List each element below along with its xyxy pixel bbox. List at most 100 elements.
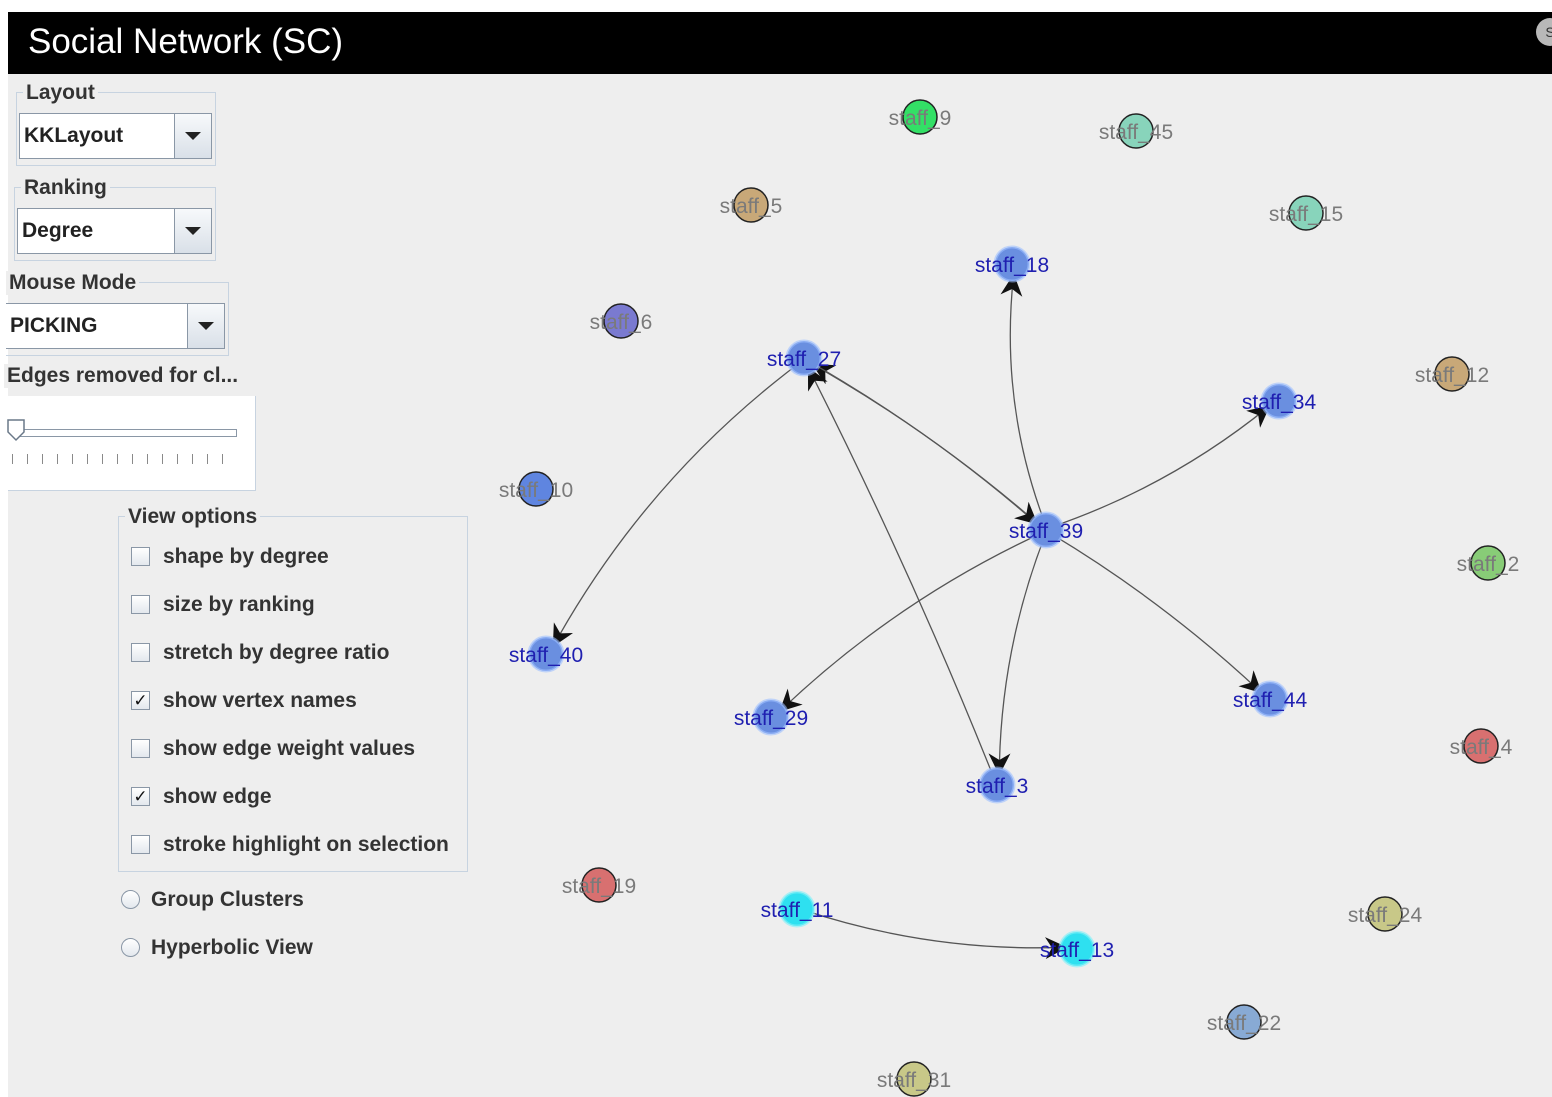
vertex-staff_15[interactable]: staff_15 [1269, 195, 1343, 231]
vertex-label: staff_5 [720, 195, 783, 218]
view-options-label: View options [125, 505, 261, 529]
edges-removed-label: Edges removed for cl... [4, 364, 242, 388]
vertex-staff_27[interactable]: staff_27 [767, 339, 841, 377]
title-bar: Social Network (SC) S [8, 12, 1552, 74]
vertex-label: staff_4 [1450, 736, 1513, 759]
vertex-staff_5[interactable]: staff_5 [720, 187, 783, 223]
edge-staff_27-to-staff_39[interactable] [808, 360, 1038, 525]
ranking-group: Ranking Degree [14, 176, 216, 261]
slider-thumb-icon[interactable] [6, 418, 26, 442]
vertex-label: staff_22 [1207, 1012, 1281, 1035]
option-label: show edge [163, 785, 272, 808]
option-label: stretch by degree ratio [163, 641, 390, 664]
vertex-label: staff_3 [966, 775, 1029, 798]
layout-label: Layout [23, 81, 98, 105]
mouse-mode-label: Mouse Mode [6, 271, 140, 295]
mouse-mode-select-value: PICKING [10, 314, 98, 337]
mouse-mode-select[interactable]: PICKING [6, 303, 225, 349]
radio-label: Group Clusters [151, 888, 304, 911]
edges-removed-slider-panel [6, 396, 256, 491]
vertex-staff_45[interactable]: staff_45 [1099, 113, 1173, 149]
vertex-label: staff_29 [734, 707, 808, 730]
vertex-staff_12[interactable]: staff_12 [1415, 356, 1489, 392]
vertex-label: staff_2 [1457, 553, 1520, 576]
checkbox-checked[interactable]: ✓ [131, 787, 150, 806]
vertex-label: staff_9 [889, 107, 952, 130]
vertex-label: staff_12 [1415, 364, 1489, 387]
vertex-label: staff_31 [877, 1069, 951, 1092]
vertex-label: staff_40 [509, 644, 583, 667]
layout-group: Layout KKLayout [16, 81, 216, 166]
vertex-staff_29[interactable]: staff_29 [734, 698, 808, 736]
chevron-down-icon[interactable] [174, 209, 211, 253]
window-title: Social Network (SC) [28, 22, 344, 61]
vertex-label: staff_19 [562, 875, 636, 898]
layout-select-value: KKLayout [24, 124, 124, 147]
vertex-label: staff_18 [975, 254, 1049, 277]
vertex-label: staff_44 [1233, 689, 1308, 712]
ranking-label: Ranking [21, 176, 110, 200]
app-window: Social Network (SC) S staff_9 staff_45 sta… [0, 0, 1552, 1097]
checkbox[interactable] [131, 739, 150, 758]
edge-staff_3-to-staff_27[interactable] [807, 366, 996, 780]
vertex-label: staff_15 [1269, 203, 1343, 226]
vertex-staff_24[interactable]: staff_24 [1348, 896, 1423, 932]
edge-staff_39-to-staff_27[interactable] [811, 363, 1042, 528]
chevron-down-icon[interactable] [187, 304, 224, 348]
vertex-staff_11[interactable]: staff_11 [761, 890, 834, 928]
vertex-label: staff_13 [1040, 939, 1114, 962]
edge-staff_27-to-staff_40[interactable] [552, 362, 801, 647]
vertex-label: staff_24 [1348, 904, 1423, 927]
vertex-staff_10[interactable]: staff_10 [499, 471, 573, 507]
slider-ticks [12, 454, 237, 464]
window-control-icon[interactable]: S [1536, 18, 1552, 46]
option-label: show vertex names [163, 689, 357, 712]
radio-button[interactable] [121, 890, 140, 909]
edge-staff_11-to-staff_13[interactable] [802, 909, 1068, 960]
option-label: stroke highlight on selection [163, 833, 449, 856]
vertex-staff_4[interactable]: staff_4 [1450, 728, 1513, 764]
checkbox-checked[interactable]: ✓ [131, 691, 150, 710]
ranking-select-value: Degree [22, 219, 94, 242]
vertex-staff_6[interactable]: staff_6 [590, 303, 653, 339]
vertex-staff_2[interactable]: staff_2 [1457, 545, 1520, 581]
vertex-staff_39[interactable]: staff_39 [1009, 511, 1083, 549]
checkbox[interactable] [131, 835, 150, 854]
vertex-label: staff_11 [761, 899, 834, 922]
edge-staff_39-to-staff_18[interactable] [1000, 273, 1046, 525]
vertex-label: staff_34 [1242, 391, 1317, 414]
chevron-down-icon[interactable] [174, 114, 211, 158]
option-label: show edge weight values [163, 737, 416, 760]
vertex-staff_9[interactable]: staff_9 [889, 99, 952, 135]
checkbox[interactable] [131, 547, 150, 566]
vertex-staff_31[interactable]: staff_31 [877, 1061, 951, 1097]
view-options-group: View options shape by degree size by ran… [118, 505, 468, 872]
vertices-layer: staff_9 staff_45 staff_5 staff_15 staff_18st… [499, 99, 1520, 1097]
vertex-staff_40[interactable]: staff_40 [509, 635, 583, 673]
edge-staff_39-to-staff_34[interactable] [1051, 405, 1271, 528]
edge-staff_39-to-staff_3[interactable] [988, 535, 1046, 776]
vertex-label: staff_39 [1009, 520, 1083, 543]
vertex-label: staff_6 [590, 311, 653, 334]
layout-select[interactable]: KKLayout [19, 113, 212, 159]
radio-button[interactable] [121, 938, 140, 957]
checkbox[interactable] [131, 643, 150, 662]
vertex-label: staff_45 [1099, 121, 1173, 144]
option-label: shape by degree [163, 545, 329, 568]
main-panel: staff_9 staff_45 staff_5 staff_15 staff_18st… [4, 74, 1552, 1097]
vertex-label: staff_27 [767, 348, 841, 371]
vertex-staff_18[interactable]: staff_18 [975, 245, 1049, 283]
vertex-label: staff_10 [499, 479, 573, 502]
vertex-staff_44[interactable]: staff_44 [1233, 680, 1308, 718]
vertex-staff_3[interactable]: staff_3 [966, 766, 1029, 804]
ranking-select[interactable]: Degree [17, 208, 212, 254]
edges-removed-slider-track[interactable] [12, 429, 237, 437]
vertex-staff_34[interactable]: staff_34 [1242, 382, 1317, 420]
edge-staff_39-to-staff_44[interactable] [1050, 533, 1263, 694]
checkbox[interactable] [131, 595, 150, 614]
edge-staff_39-to-staff_29[interactable] [779, 532, 1042, 712]
vertex-staff_19[interactable]: staff_19 [562, 867, 636, 903]
vertex-staff_22[interactable]: staff_22 [1207, 1004, 1281, 1040]
vertex-staff_13[interactable]: staff_13 [1040, 930, 1114, 968]
option-label: size by ranking [163, 593, 315, 616]
